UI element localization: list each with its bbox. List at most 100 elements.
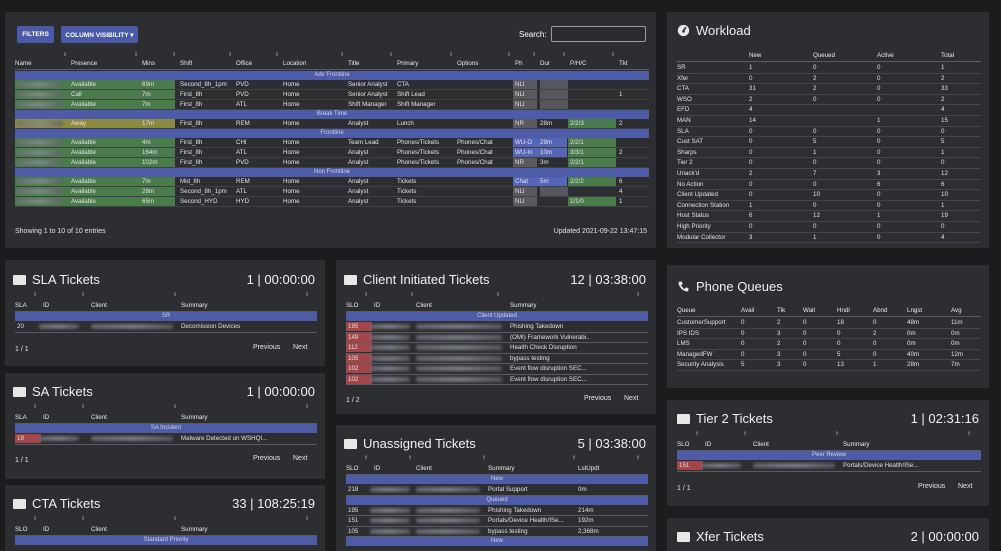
column-header[interactable]: ID xyxy=(374,465,380,472)
column-header[interactable]: SLO xyxy=(15,526,27,533)
table-row[interactable]: Available 7m Mid_8h REM Home Analyst Tickets Ch… xyxy=(15,177,649,186)
sort-icon[interactable]: ⇕ xyxy=(695,431,699,437)
ticket-row[interactable]: 112 Health Check Disruption xyxy=(346,343,648,352)
column-header[interactable]: Summary xyxy=(181,414,207,421)
column-header[interactable]: Client xyxy=(91,302,107,309)
workload-row[interactable]: SR 1 0 0 1 xyxy=(677,63,981,72)
ticket-row[interactable]: 20 Decomission Devices xyxy=(15,322,317,331)
workload-column-header[interactable]: Queued xyxy=(813,52,835,59)
client-next-button[interactable]: Next xyxy=(624,395,638,402)
sa-previous-button[interactable]: Previous xyxy=(253,455,280,462)
column-header[interactable]: Mins xyxy=(142,60,155,67)
phone-column-header[interactable]: Lngst xyxy=(907,307,922,314)
table-row[interactable]: Available 65m Second_HYD HYD Home Analyst Tick… xyxy=(15,197,649,206)
phone-column-header[interactable]: Hndl xyxy=(837,307,850,314)
sort-icon[interactable]: ⇕ xyxy=(33,404,37,410)
sort-icon[interactable]: ⇕ xyxy=(562,52,566,58)
sort-icon[interactable]: ⇕ xyxy=(33,292,37,298)
phone-queue-row[interactable]: CustomerSupport 0 2 0 18 0 48m 11m xyxy=(677,318,981,327)
search-input[interactable] xyxy=(551,26,646,42)
ticket-row[interactable]: 195 Phishing Takedown 214m xyxy=(346,506,648,515)
sort-icon[interactable]: ⇕ xyxy=(611,52,615,58)
sort-icon[interactable]: ⇕ xyxy=(81,292,85,298)
phone-column-header[interactable]: Avg xyxy=(951,307,962,314)
workload-row[interactable]: Unack'd 2 7 3 12 xyxy=(677,169,981,178)
table-row[interactable]: Available 102m First_8h PVD Home Analyst Phone… xyxy=(15,158,649,167)
sort-icon[interactable]: ⇕ xyxy=(173,404,177,410)
sort-icon[interactable]: ⇕ xyxy=(33,516,37,522)
phone-queue-row[interactable]: ManagedFW 0 3 0 5 0 40m 12m xyxy=(677,350,981,359)
table-row[interactable]: Available 164m First_8h ATL Home Analyst Phone… xyxy=(15,148,649,157)
sa-next-button[interactable]: Next xyxy=(293,455,307,462)
sort-icon[interactable]: ⇕ xyxy=(172,52,176,58)
workload-row[interactable]: No Action 0 0 6 6 xyxy=(677,180,981,189)
sort-icon[interactable]: ⇕ xyxy=(496,292,500,298)
column-header[interactable]: Dur xyxy=(540,60,550,67)
sort-icon[interactable]: ⇕ xyxy=(482,455,486,461)
ticket-row[interactable]: 149 (OMI) Framework Vulnerabi.. xyxy=(346,332,648,342)
column-header[interactable]: Client xyxy=(416,302,432,309)
workload-row[interactable]: Client Updated 0 10 0 10 xyxy=(677,190,981,199)
phone-column-header[interactable]: Abnd xyxy=(873,307,887,314)
workload-row[interactable]: Modular Collector 3 1 0 4 xyxy=(677,233,981,242)
sort-icon[interactable]: ⇕ xyxy=(572,455,576,461)
workload-row[interactable]: WSO 2 0 0 2 xyxy=(677,95,981,104)
column-header[interactable]: Name xyxy=(15,60,32,67)
column-header[interactable]: Summary xyxy=(181,526,207,533)
sort-icon[interactable]: ⇕ xyxy=(364,455,368,461)
column-header[interactable]: P/H/C xyxy=(570,60,587,67)
sla-next-button[interactable]: Next xyxy=(293,344,307,351)
workload-row[interactable]: Connection Station 1 0 0 1 xyxy=(677,201,981,210)
column-header[interactable]: ID xyxy=(43,302,49,309)
column-header[interactable]: Summary xyxy=(843,441,869,448)
sort-icon[interactable]: ⇕ xyxy=(410,292,414,298)
column-header[interactable]: SLA xyxy=(15,302,27,309)
sort-icon[interactable]: ⇕ xyxy=(81,516,85,522)
column-visibility-button[interactable]: COLUMN VISIBILITY ▾ xyxy=(61,26,138,43)
column-header[interactable]: ID xyxy=(43,526,49,533)
column-header[interactable]: Shift xyxy=(180,60,192,67)
tier2-next-button[interactable]: Next xyxy=(958,483,972,490)
table-row[interactable]: Available 28m Second_8h_1pm ATL Home Analyst T… xyxy=(15,187,649,196)
sort-icon[interactable]: ⇕ xyxy=(507,52,511,58)
sort-icon[interactable]: ⇕ xyxy=(835,431,839,437)
column-header[interactable]: Summary xyxy=(181,302,207,309)
workload-column-header[interactable]: Active xyxy=(877,52,894,59)
column-header[interactable]: Ph xyxy=(515,60,523,67)
sort-icon[interactable]: ⇕ xyxy=(408,455,412,461)
column-header[interactable]: SLO xyxy=(346,302,358,309)
workload-row[interactable]: EFD 4 4 xyxy=(677,105,981,114)
column-header[interactable]: Summary xyxy=(510,302,536,309)
sort-icon[interactable]: ⇕ xyxy=(532,52,536,58)
column-header[interactable]: ID xyxy=(705,441,711,448)
column-header[interactable]: SLO xyxy=(346,465,358,472)
workload-row[interactable]: MAN 14 1 15 xyxy=(677,116,981,125)
sort-icon[interactable]: ⇕ xyxy=(967,431,971,437)
phone-column-header[interactable]: Queue xyxy=(677,307,696,314)
phone-queue-row[interactable]: LMS 0 2 0 0 0 0m 0m xyxy=(677,339,981,348)
column-header[interactable]: Client xyxy=(91,526,107,533)
column-header[interactable]: Client xyxy=(91,414,107,421)
tier2-previous-button[interactable]: Previous xyxy=(918,483,945,490)
workload-column-header[interactable]: Total xyxy=(941,52,954,59)
ticket-row[interactable]: 195 Phishing Takedown xyxy=(346,322,648,331)
column-header[interactable]: SLO xyxy=(677,441,689,448)
sort-icon[interactable]: ⇕ xyxy=(340,52,344,58)
column-header[interactable]: LstUpdt xyxy=(578,465,599,472)
sort-icon[interactable]: ⇕ xyxy=(743,431,747,437)
column-header[interactable]: Client xyxy=(416,465,432,472)
filters-button[interactable]: FILTERS xyxy=(17,26,54,43)
column-header[interactable]: Tkt xyxy=(619,60,628,67)
workload-row[interactable]: Xfer 0 2 0 2 xyxy=(677,74,981,83)
sla-previous-button[interactable]: Previous xyxy=(253,344,280,351)
column-header[interactable]: ID xyxy=(374,302,380,309)
workload-column-header[interactable]: New xyxy=(749,52,761,59)
table-row[interactable]: Available 7m First_8h ATL Home Shift Manager S… xyxy=(15,100,649,109)
sort-icon[interactable]: ⇕ xyxy=(389,52,393,58)
sort-icon[interactable]: ⇕ xyxy=(364,292,368,298)
phone-queue-row[interactable]: IPS IDS 0 3 0 0 2 0m 0m xyxy=(677,329,981,338)
phone-column-header[interactable]: Wait xyxy=(803,307,815,314)
sort-icon[interactable]: ⇕ xyxy=(228,52,232,58)
sort-icon[interactable]: ⇕ xyxy=(173,516,177,522)
column-header[interactable]: Primary xyxy=(397,60,418,67)
